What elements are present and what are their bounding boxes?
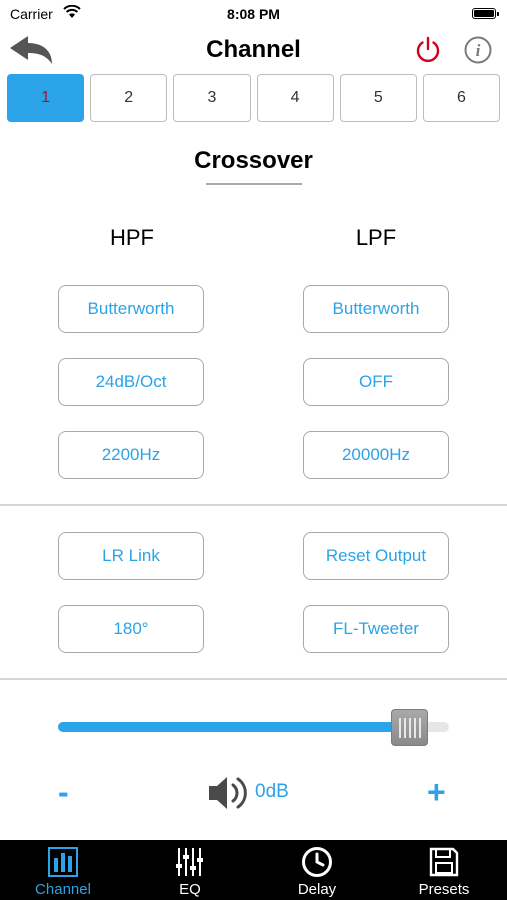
channel-tab-4[interactable]: 4 <box>256 74 334 122</box>
output-name-button[interactable]: FL-Tweeter <box>303 605 449 653</box>
clock-icon <box>302 847 332 877</box>
lpf-type-button[interactable]: Butterworth <box>303 285 449 333</box>
tabbar-delay-label: Delay <box>297 881 337 898</box>
tabbar-eq-label: EQ <box>179 881 201 898</box>
lpf-heading: LPF <box>355 225 397 250</box>
hpf-slope-button[interactable]: 24dB/Oct <box>58 358 204 406</box>
channel-tab-6[interactable]: 6 <box>422 74 501 122</box>
volume-slider-fill <box>58 722 410 732</box>
tabbar-eq[interactable]: EQ <box>127 840 253 900</box>
channel-tab-1[interactable]: 1 <box>7 74 85 122</box>
hpf-type-button[interactable]: Butterworth <box>58 285 204 333</box>
lpf-frequency-button[interactable]: 20000Hz <box>303 431 449 479</box>
status-bar: Carrier 8:08 PM <box>0 0 507 28</box>
tabbar-channel-label: Channel <box>35 881 91 898</box>
lr-link-button[interactable]: LR Link <box>58 532 204 580</box>
channel-tabs: 1 2 3 4 5 6 <box>7 74 501 124</box>
equalizer-sliders-icon <box>176 848 203 876</box>
divider <box>0 678 507 680</box>
phase-button[interactable]: 180° <box>58 605 204 653</box>
clock-time: 8:08 PM <box>227 6 280 22</box>
hpf-frequency-button[interactable]: 2200Hz <box>58 431 204 479</box>
floppy-disk-icon <box>429 847 459 877</box>
svg-text:i: i <box>476 41 481 60</box>
speaker-icon <box>209 777 247 809</box>
tabbar-channel[interactable]: Channel <box>0 840 126 900</box>
tabbar-presets[interactable]: Presets <box>381 840 507 900</box>
info-icon: i <box>464 36 492 64</box>
tabbar-presets-label: Presets <box>418 881 470 898</box>
reset-output-button[interactable]: Reset Output <box>303 532 449 580</box>
crossover-title: Crossover <box>194 147 313 174</box>
info-button[interactable]: i <box>463 35 493 65</box>
crossover-underline <box>206 183 302 185</box>
channel-tab-2[interactable]: 2 <box>90 74 168 122</box>
channel-tab-5[interactable]: 5 <box>339 74 417 122</box>
volume-plus-button[interactable]: + <box>427 774 446 811</box>
power-button[interactable] <box>413 35 443 65</box>
hpf-heading: HPF <box>110 225 154 250</box>
divider <box>0 504 507 506</box>
volume-minus-button[interactable]: - <box>58 774 69 811</box>
lpf-slope-button[interactable]: OFF <box>303 358 449 406</box>
volume-slider-thumb[interactable] <box>391 709 429 746</box>
bar-chart-icon <box>48 847 78 877</box>
battery-icon <box>472 8 499 19</box>
volume-level-label: 0dB <box>255 781 289 802</box>
channel-tab-3[interactable]: 3 <box>173 74 251 122</box>
tabbar-delay[interactable]: Delay <box>254 840 380 900</box>
power-icon <box>416 36 440 63</box>
bottom-tab-bar: Channel EQ Delay Presets <box>0 840 507 900</box>
